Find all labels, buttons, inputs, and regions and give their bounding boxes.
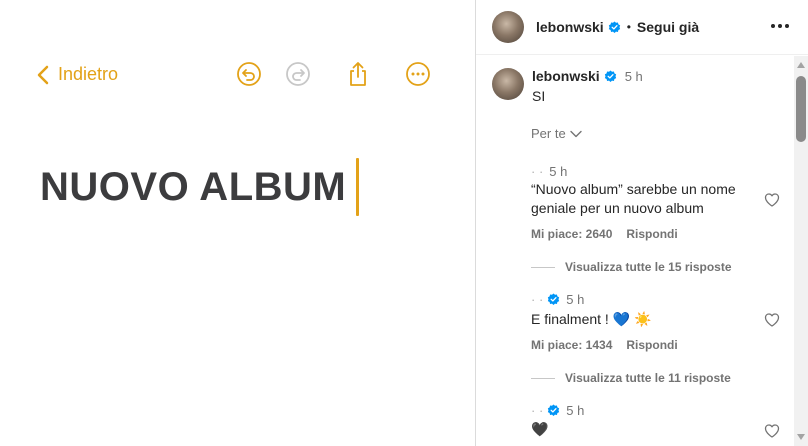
- post-header: lebonwski • Segui già: [476, 0, 808, 55]
- notes-toolbar: Indietro: [36, 60, 435, 94]
- comments-scroll-area[interactable]: lebonwski 5 h SI Per te · · 5 h “Nuovo a…: [476, 56, 808, 446]
- comment-time: 5 h: [566, 292, 585, 307]
- more-circle-icon: [406, 62, 430, 86]
- scroll-down-arrow-icon[interactable]: [797, 434, 805, 440]
- scroll-up-arrow-icon[interactable]: [797, 62, 805, 68]
- sort-label: Per te: [531, 126, 566, 141]
- verified-badge-icon: [604, 69, 616, 82]
- caption-time: 5 h: [624, 68, 643, 84]
- text-caret: [356, 158, 360, 216]
- comment-item: · · 5 h “Nuovo album” sarebbe un nome ge…: [492, 164, 780, 274]
- follow-button[interactable]: Segui già: [637, 19, 699, 35]
- note-title-text: NUOVO ALBUM: [40, 164, 347, 209]
- share-icon: [350, 62, 366, 86]
- comment-time: 5 h: [566, 403, 585, 418]
- reply-button[interactable]: Rispondi: [626, 338, 677, 352]
- view-replies-button[interactable]: Visualizza tutte le 11 risposte: [531, 371, 731, 385]
- undo-button[interactable]: [235, 60, 263, 88]
- verified-badge-icon: [548, 404, 560, 416]
- view-replies-label: Visualizza tutte le 11 risposte: [565, 371, 731, 385]
- redo-icon: [286, 62, 310, 86]
- caption-text: SI: [532, 88, 546, 104]
- scrollbar-thumb[interactable]: [796, 76, 806, 142]
- like-heart-icon[interactable]: [764, 312, 780, 328]
- instagram-comments-panel: lebonwski • Segui già lebonwski 5 h SI P…: [475, 0, 808, 446]
- author-username[interactable]: lebonwski: [536, 19, 604, 35]
- comment-meta: Mi piace: 2640 Rispondi: [531, 227, 678, 241]
- undo-icon: [237, 62, 261, 86]
- verified-badge-icon: [548, 293, 560, 305]
- header-separator: •: [626, 20, 631, 34]
- back-button[interactable]: Indietro: [36, 64, 118, 85]
- replies-divider: [531, 266, 555, 268]
- replies-divider: [531, 377, 555, 379]
- more-button[interactable]: [768, 14, 792, 38]
- comment-text: “Nuovo album” sarebbe un nome geniale pe…: [531, 181, 736, 216]
- note-editor[interactable]: NUOVO ALBUM: [40, 158, 360, 216]
- commenter-username[interactable]: · · 5 h: [531, 403, 584, 418]
- reply-button[interactable]: Rispondi: [626, 227, 677, 241]
- view-replies-button[interactable]: Visualizza tutte le 15 risposte: [531, 260, 732, 274]
- sort-dropdown[interactable]: Per te: [531, 126, 582, 141]
- comment-text: 🖤: [531, 421, 549, 437]
- likes-count[interactable]: Mi piace: 1434: [531, 338, 612, 352]
- like-heart-icon[interactable]: [764, 192, 780, 208]
- redo-button[interactable]: [284, 60, 312, 88]
- caption-avatar[interactable]: [492, 68, 524, 100]
- commenter-avatar[interactable]: [492, 304, 524, 336]
- comment-item: · · 5 h 🖤: [492, 403, 780, 446]
- more-options-button[interactable]: [404, 60, 432, 88]
- comment-meta: Mi piace: 1434 Rispondi: [531, 338, 678, 352]
- share-button[interactable]: [344, 60, 372, 88]
- back-chevron-icon: [37, 65, 49, 84]
- chevron-down-icon: [569, 130, 582, 137]
- view-replies-label: Visualizza tutte le 15 risposte: [565, 260, 732, 274]
- commenter-username[interactable]: · · 5 h: [531, 164, 567, 179]
- notes-panel: Indietro NUOVO ALBUM: [0, 0, 475, 446]
- back-label: Indietro: [58, 64, 119, 84]
- post-caption: lebonwski 5 h SI: [492, 68, 643, 104]
- like-heart-icon[interactable]: [764, 423, 780, 439]
- author-avatar[interactable]: [492, 11, 524, 43]
- commenter-avatar[interactable]: [492, 164, 524, 196]
- comment-time: 5 h: [549, 164, 568, 179]
- caption-username[interactable]: lebonwski: [532, 68, 600, 84]
- verified-badge-icon: [608, 20, 620, 33]
- comment-text: E finalment ! 💙 ☀️: [531, 311, 652, 327]
- more-horizontal-icon: [771, 24, 789, 28]
- likes-count[interactable]: Mi piace: 2640: [531, 227, 612, 241]
- commenter-username[interactable]: · · 5 h: [531, 292, 584, 307]
- comment-item: · · 5 h E finalment ! 💙 ☀️ Mi piace: 143…: [492, 292, 780, 392]
